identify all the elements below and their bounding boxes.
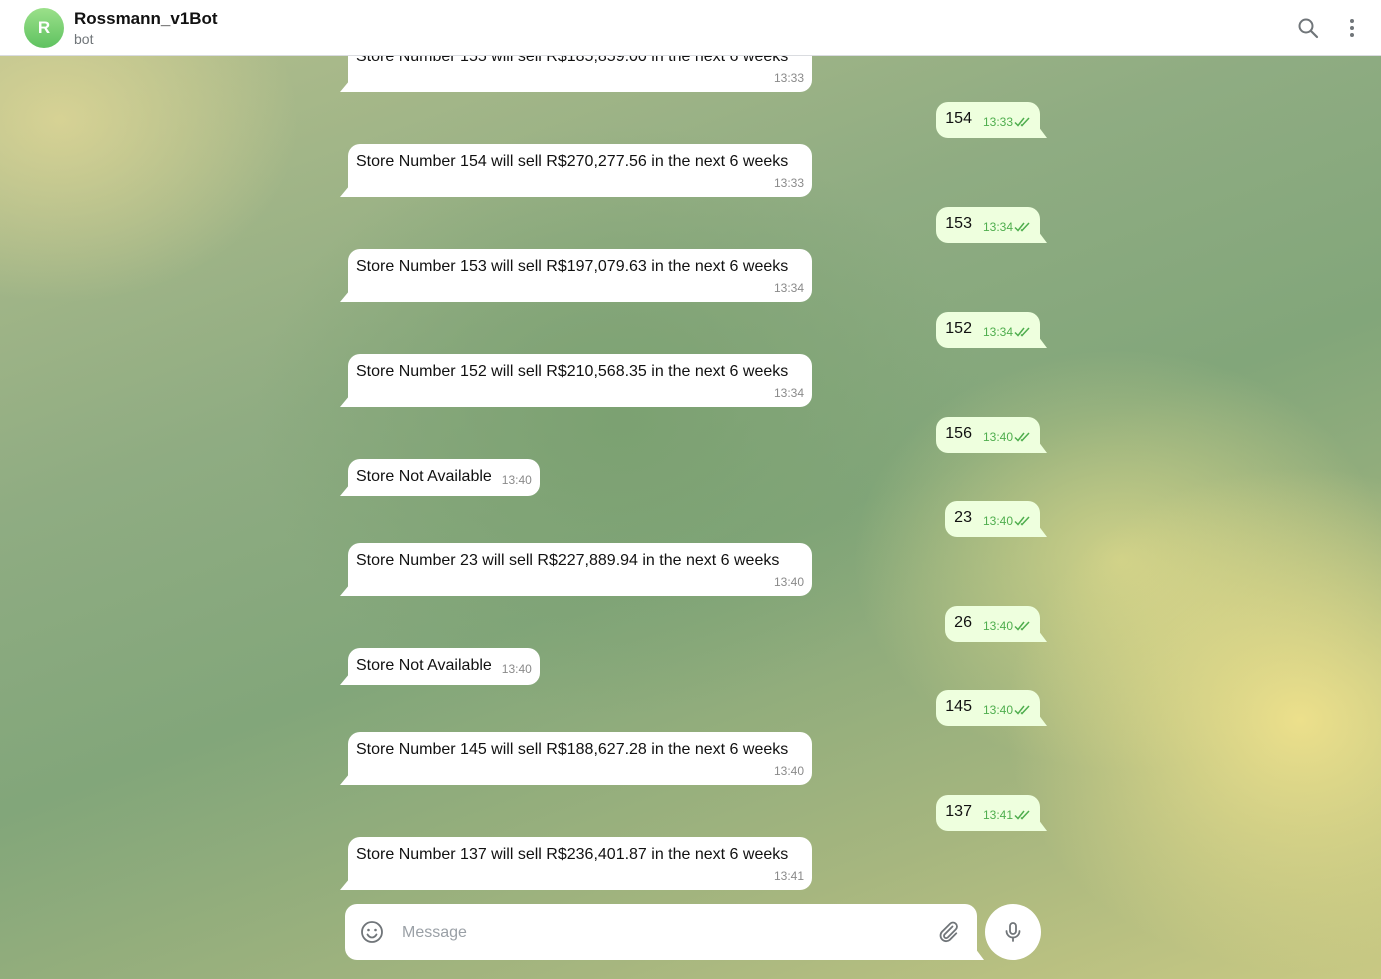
message-time: 13:40 [773, 575, 804, 589]
paperclip-icon[interactable] [936, 920, 960, 944]
message-time: 13:34 [982, 325, 1013, 339]
message-text: Store Not Available [356, 657, 492, 674]
double-check-icon [1014, 327, 1030, 337]
emoji-icon[interactable] [360, 920, 384, 944]
voice-record-button[interactable] [985, 904, 1041, 960]
incoming-message[interactable]: Store Number 145 will sell R$188,627.28 … [348, 732, 812, 785]
avatar[interactable]: R [24, 8, 64, 48]
incoming-message[interactable]: Store Number 154 will sell R$270,277.56 … [348, 144, 812, 197]
outgoing-message[interactable]: 153 13:34 [936, 207, 1040, 243]
chat-subtitle: bot [74, 31, 94, 47]
message-time: 13:40 [773, 764, 804, 778]
message-meta: 13:40 [983, 511, 1032, 531]
message-time: 13:40 [982, 619, 1013, 633]
message-text: Store Number 154 will sell R$270,277.56 … [356, 153, 789, 170]
double-check-icon [1014, 705, 1030, 715]
message-meta: 13:40 [983, 700, 1032, 720]
message-text: Store Number 152 will sell R$210,568.35 … [356, 363, 789, 380]
double-check-icon [1014, 222, 1030, 232]
more-vertical-icon[interactable] [1340, 16, 1364, 40]
message-time: 13:33 [773, 176, 804, 190]
message-time: 13:40 [982, 430, 1013, 444]
message-time: 13:33 [773, 71, 804, 85]
message-time: 13:40 [501, 473, 532, 487]
message-composer [345, 904, 977, 960]
incoming-message[interactable]: Store Number 137 will sell R$236,401.87 … [348, 837, 812, 890]
message-text: 23 [954, 509, 972, 526]
message-input[interactable] [400, 918, 924, 948]
incoming-message[interactable]: Store Not Available 13:40 [348, 459, 540, 496]
double-check-icon [1014, 810, 1030, 820]
message-time: 13:34 [773, 386, 804, 400]
search-icon[interactable] [1296, 16, 1320, 40]
message-time: 13:34 [982, 220, 1013, 234]
double-check-icon [1014, 117, 1030, 127]
message-time: 13:34 [773, 281, 804, 295]
message-time: 13:40 [501, 662, 532, 676]
message-time: 13:40 [982, 514, 1013, 528]
double-check-icon [1014, 516, 1030, 526]
message-meta: 13:41 [983, 805, 1032, 825]
message-text: Store Number 153 will sell R$197,079.63 … [356, 258, 789, 275]
message-meta: 13:33 [983, 112, 1032, 132]
message-text: 145 [945, 698, 972, 715]
message-text: 26 [954, 614, 972, 631]
message-list[interactable]: Store Number 155 will sell R$185,859.00 … [0, 0, 1381, 979]
message-text: 153 [945, 215, 972, 232]
chat-header: R Rossmann_v1Bot bot [0, 0, 1381, 56]
message-text: 137 [945, 803, 972, 820]
message-text: 152 [945, 320, 972, 337]
message-meta: 13:40 [983, 616, 1032, 636]
message-text: 156 [945, 425, 972, 442]
chat-title[interactable]: Rossmann_v1Bot [74, 9, 218, 29]
incoming-message[interactable]: Store Number 153 will sell R$197,079.63 … [348, 249, 812, 302]
message-text: 154 [945, 110, 972, 127]
message-text: Store Number 145 will sell R$188,627.28 … [356, 741, 789, 758]
message-time: 13:41 [773, 869, 804, 883]
outgoing-message[interactable]: 152 13:34 [936, 312, 1040, 348]
outgoing-message[interactable]: 137 13:41 [936, 795, 1040, 831]
message-meta: 13:40 [983, 427, 1032, 447]
message-meta: 13:34 [983, 322, 1032, 342]
message-time: 13:33 [982, 115, 1013, 129]
double-check-icon [1014, 432, 1030, 442]
outgoing-message[interactable]: 156 13:40 [936, 417, 1040, 453]
outgoing-message[interactable]: 145 13:40 [936, 690, 1040, 726]
message-text: Store Not Available [356, 468, 492, 485]
message-text: Store Number 137 will sell R$236,401.87 … [356, 846, 789, 863]
incoming-message[interactable]: Store Number 23 will sell R$227,889.94 i… [348, 543, 812, 596]
message-meta: 13:34 [983, 217, 1032, 237]
incoming-message[interactable]: Store Number 152 will sell R$210,568.35 … [348, 354, 812, 407]
outgoing-message[interactable]: 26 13:40 [945, 606, 1040, 642]
message-time: 13:40 [982, 703, 1013, 717]
outgoing-message[interactable]: 154 13:33 [936, 102, 1040, 138]
message-text: Store Number 23 will sell R$227,889.94 i… [356, 552, 780, 569]
microphone-icon [1005, 922, 1021, 942]
double-check-icon [1014, 621, 1030, 631]
message-time: 13:41 [982, 808, 1013, 822]
incoming-message[interactable]: Store Not Available 13:40 [348, 648, 540, 685]
outgoing-message[interactable]: 23 13:40 [945, 501, 1040, 537]
